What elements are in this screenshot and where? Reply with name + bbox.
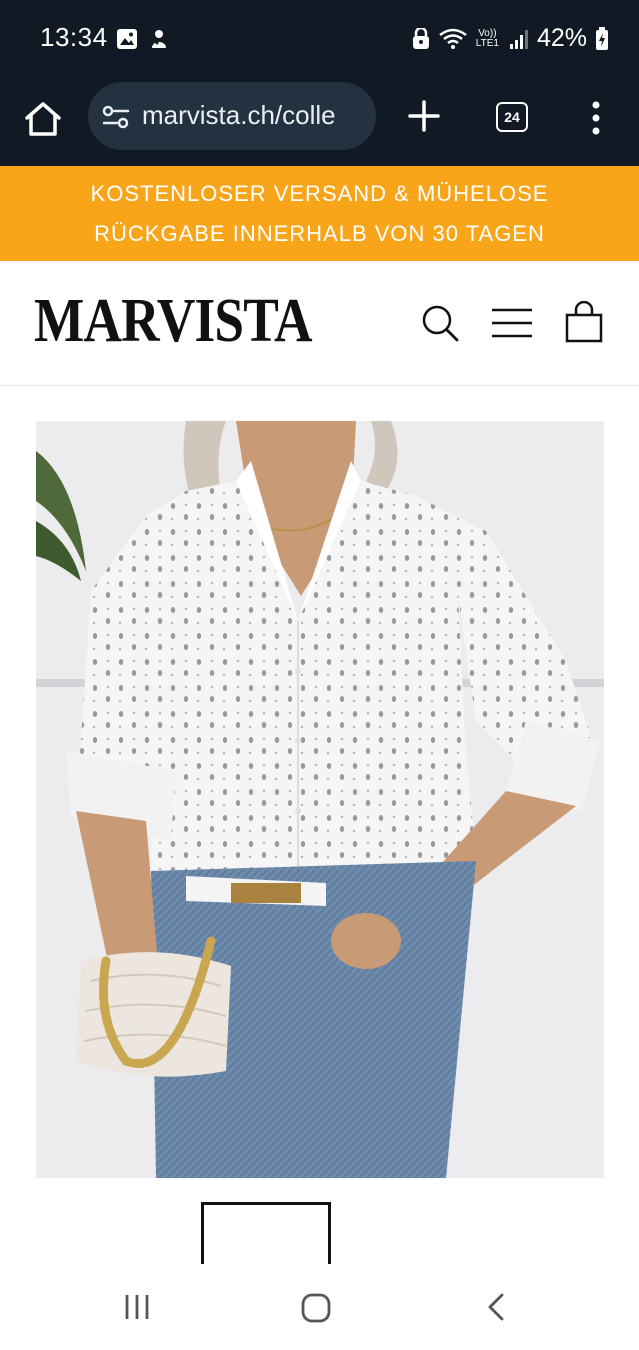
status-right-icons: Vo)) LTE1 42% [412, 24, 609, 53]
status-bar: 13:34 Vo)) LTE1 42% [0, 0, 639, 80]
notification-app-icon [152, 30, 166, 48]
system-navigation-bar [0, 1264, 639, 1350]
home-icon[interactable] [22, 98, 64, 140]
browser-toolbar: marvista.ch/colle 24 [0, 80, 639, 166]
promo-line-2: RÜCKGABE INNERHALB VON 30 TAGEN [94, 221, 545, 246]
promo-line-1: KOSTENLOSER VERSAND & MÜHELOSE [90, 181, 549, 206]
status-left-icons [116, 28, 170, 50]
site-settings-icon[interactable] [102, 104, 130, 130]
tab-switcher-button[interactable]: 24 [496, 102, 528, 132]
address-bar[interactable]: marvista.ch/colle [88, 82, 376, 150]
new-tab-icon[interactable] [404, 96, 444, 136]
signal-icon [509, 29, 528, 49]
gallery-icon [117, 29, 137, 49]
home-nav-icon[interactable] [300, 1292, 332, 1324]
product-photo [36, 421, 604, 1178]
wifi-icon [439, 28, 467, 49]
battery-percent: 42% [536, 24, 587, 52]
site-logo[interactable]: MARVISTA [34, 283, 312, 359]
recent-apps-icon[interactable] [122, 1292, 152, 1322]
hamburger-menu-icon[interactable] [490, 307, 534, 339]
battery-charging-icon [596, 26, 608, 50]
promo-banner: KOSTENLOSER VERSAND & MÜHELOSE RÜCKGABE … [0, 166, 639, 261]
cart-icon[interactable] [564, 301, 604, 343]
search-icon[interactable] [420, 303, 460, 343]
back-icon[interactable] [484, 1292, 508, 1322]
status-time: 13:34 [40, 22, 108, 52]
site-header: MARVISTA [0, 261, 639, 386]
network-type-label: Vo)) LTE1 [475, 27, 499, 49]
lock-icon [412, 27, 429, 49]
url-text[interactable]: marvista.ch/colle [142, 100, 368, 131]
product-image[interactable] [36, 421, 604, 1178]
more-options-icon[interactable] [586, 98, 606, 138]
